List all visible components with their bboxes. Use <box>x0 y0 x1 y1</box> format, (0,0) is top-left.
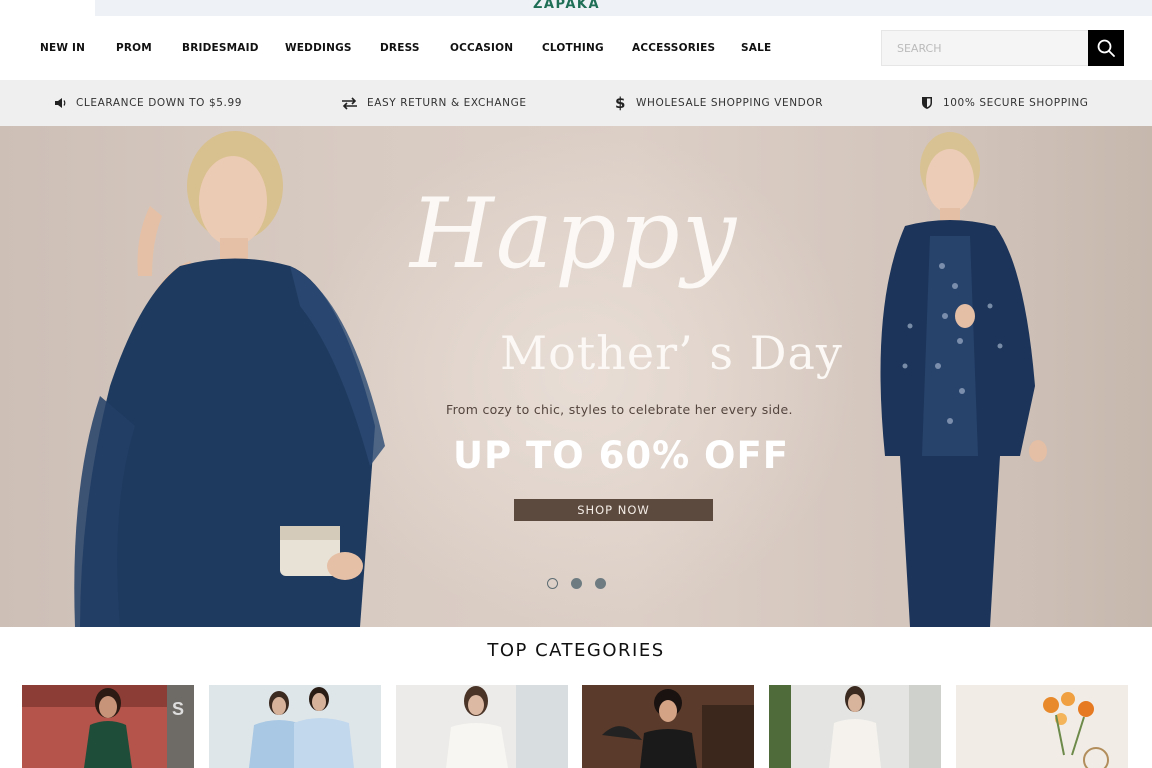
promo-text: 100% SECURE SHOPPING <box>943 97 1089 109</box>
promo-text: EASY RETURN & EXCHANGE <box>367 97 527 109</box>
search-button[interactable] <box>1088 30 1124 66</box>
brand-logo[interactable]: ZAPAKA <box>533 0 600 12</box>
hero-model-left-image <box>40 126 400 627</box>
nav-item-occasion[interactable]: OCCASION <box>450 42 513 54</box>
hero-banner[interactable]: Happy Mother’ s Day From cozy to chic, s… <box>0 126 1152 627</box>
svg-text:$: $ <box>615 95 625 111</box>
promo-text: WHOLESALE SHOPPING VENDOR <box>636 97 824 109</box>
category-card[interactable] <box>956 685 1128 768</box>
nav-item-bridesmaid[interactable]: BRIDESMAID <box>182 42 259 54</box>
carousel-dots <box>547 578 606 589</box>
promo-item-secure[interactable]: 100% SECURE SHOPPING <box>920 80 1089 126</box>
category-card[interactable] <box>582 685 754 768</box>
dollar-icon: $ <box>613 95 627 111</box>
category-image <box>582 685 754 768</box>
category-image <box>769 685 941 768</box>
hero-model-right-image <box>850 126 1060 627</box>
search-input[interactable] <box>882 31 1088 65</box>
nav-item-weddings[interactable]: WEDDINGS <box>285 42 352 54</box>
search-box <box>881 30 1089 66</box>
category-card[interactable] <box>209 685 381 768</box>
nav-item-prom[interactable]: PROM <box>116 42 152 54</box>
promo-item-returns[interactable]: EASY RETURN & EXCHANGE <box>341 80 527 126</box>
carousel-dot-2[interactable] <box>571 578 582 589</box>
promo-bar: CLEARANCE DOWN TO $5.99 EASY RETURN & EX… <box>0 80 1152 126</box>
hero-discount: UP TO 60% OFF <box>453 434 790 477</box>
top-strip: ZAPAKA <box>0 0 1152 16</box>
exchange-icon <box>341 96 358 110</box>
promo-text: CLEARANCE DOWN TO $5.99 <box>76 97 243 109</box>
category-image: S <box>22 685 194 768</box>
nav-item-accessories[interactable]: ACCESSORIES <box>632 42 715 54</box>
hero-tagline: From cozy to chic, styles to celebrate h… <box>446 402 793 417</box>
search-icon <box>1096 38 1116 58</box>
promo-item-wholesale[interactable]: $ WHOLESALE SHOPPING VENDOR <box>613 80 823 126</box>
carousel-dot-3[interactable] <box>595 578 606 589</box>
shield-icon <box>920 96 934 110</box>
nav-item-sale[interactable]: SALE <box>741 42 771 54</box>
category-image <box>956 685 1128 768</box>
category-image <box>396 685 568 768</box>
top-categories-heading: TOP CATEGORIES <box>487 640 665 661</box>
nav-item-clothing[interactable]: CLOTHING <box>542 42 604 54</box>
category-card[interactable] <box>769 685 941 768</box>
category-card[interactable]: S <box>22 685 194 768</box>
promo-item-clearance[interactable]: CLEARANCE DOWN TO $5.99 <box>53 80 242 126</box>
top-strip-band <box>95 0 1152 16</box>
hero-subtitle: Mother’ s Day <box>500 326 843 380</box>
hero-script-title: Happy <box>410 178 739 290</box>
shop-now-button[interactable]: SHOP NOW <box>514 499 713 521</box>
carousel-dot-1[interactable] <box>547 578 558 589</box>
main-nav: NEW IN PROM BRIDESMAID WEDDINGS DRESS OC… <box>0 16 1152 80</box>
nav-item-new-in[interactable]: NEW IN <box>40 42 85 54</box>
category-image <box>209 685 381 768</box>
speaker-icon <box>53 96 67 110</box>
category-card[interactable] <box>396 685 568 768</box>
svg-text:S: S <box>172 699 184 719</box>
nav-item-dress[interactable]: DRESS <box>380 42 420 54</box>
